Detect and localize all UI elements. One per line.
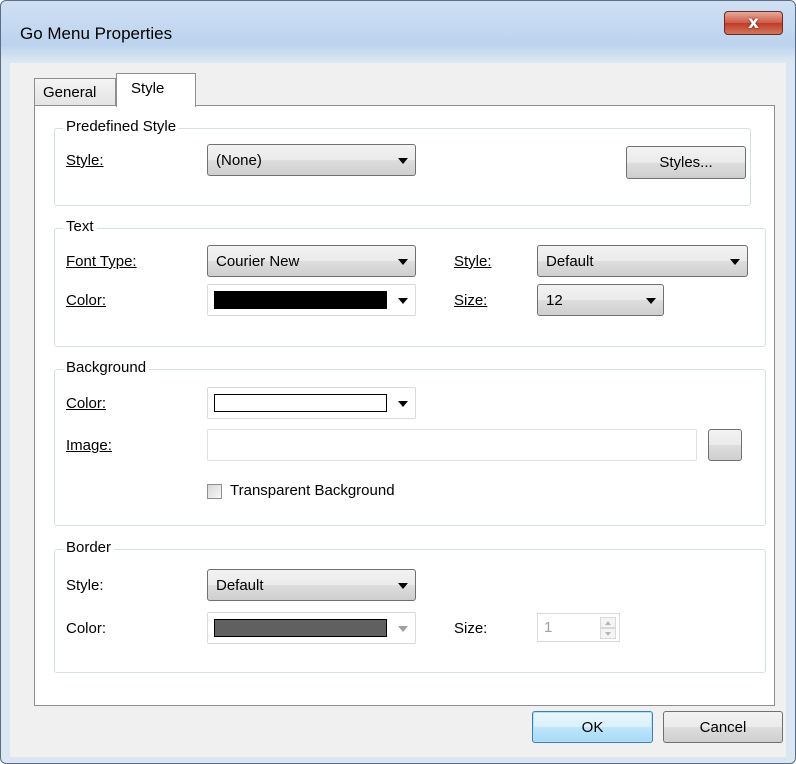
spin-up-icon[interactable] (600, 617, 616, 628)
close-icon: x (748, 13, 759, 33)
ok-button-label: OK (581, 719, 604, 736)
text-group-title: Text (63, 218, 97, 235)
tab-style-label: Style (131, 80, 165, 97)
title-bar[interactable]: Go Menu Properties x (1, 1, 795, 63)
text-size-value: 12 (546, 292, 563, 309)
cancel-button-label: Cancel (699, 719, 747, 736)
border-color-swatch (214, 619, 387, 637)
styles-button-label: Styles... (659, 154, 713, 171)
tab-general-label: General (43, 84, 97, 101)
text-group: Text Font Type: Courier New Style: Defau… (54, 218, 766, 347)
background-color-swatch (214, 394, 387, 412)
dialog-client-area: General Style Predefined Style Style: (N… (10, 63, 786, 757)
ok-button[interactable]: OK (532, 711, 653, 743)
background-group-title: Background (63, 359, 150, 376)
text-color-label: Color: (66, 292, 107, 309)
styles-button[interactable]: Styles... (626, 146, 746, 179)
chevron-down-icon (398, 626, 408, 632)
border-style-label: Style: (66, 577, 104, 594)
border-color-picker[interactable] (207, 612, 416, 644)
chevron-down-icon (398, 259, 408, 265)
style-tab-panel: Predefined Style Style: (None) Styles...… (34, 105, 775, 706)
border-group: Border Style: Default Color: Size: 1 (54, 539, 766, 673)
background-image-label: Image: (66, 437, 112, 454)
text-style-value: Default (546, 253, 594, 270)
text-color-swatch (214, 291, 387, 309)
border-group-title: Border (63, 539, 115, 556)
text-color-picker[interactable] (207, 284, 416, 316)
cancel-button[interactable]: Cancel (663, 711, 783, 743)
tab-general[interactable]: General (34, 78, 116, 106)
chevron-down-icon (730, 259, 740, 265)
predefined-style-group: Predefined Style Style: (None) Styles... (54, 118, 751, 206)
font-type-dropdown[interactable]: Courier New (207, 245, 416, 277)
chevron-down-icon (398, 583, 408, 589)
go-menu-properties-dialog: Go Menu Properties x General Style Prede… (0, 0, 796, 764)
border-color-label: Color: (66, 620, 107, 637)
background-group: Background Color: Image: Transparent Bac… (54, 359, 766, 526)
text-style-label: Style: (454, 253, 492, 270)
transparent-background-text: Transparent Background (230, 482, 395, 499)
background-color-label: Color: (66, 395, 107, 412)
close-button[interactable]: x (724, 11, 783, 35)
spin-down-icon[interactable] (600, 628, 616, 639)
border-size-label: Size: (454, 620, 488, 637)
background-image-input[interactable] (207, 429, 697, 461)
transparent-background-checkbox[interactable] (207, 484, 222, 499)
border-size-spinner[interactable]: 1 (537, 613, 620, 642)
chevron-down-icon (646, 298, 656, 304)
transparent-background-label[interactable]: Transparent Background (230, 482, 395, 499)
border-size-value: 1 (544, 619, 553, 636)
tab-style[interactable]: Style (116, 73, 196, 107)
predefined-style-dropdown[interactable]: (None) (207, 144, 416, 176)
font-type-label: Font Type: (66, 253, 137, 270)
predefined-style-group-title: Predefined Style (63, 118, 180, 135)
chevron-down-icon (398, 298, 408, 304)
window-title: Go Menu Properties (20, 24, 173, 43)
text-style-dropdown[interactable]: Default (537, 245, 748, 277)
chevron-down-icon (398, 158, 408, 164)
font-type-value: Courier New (216, 253, 300, 270)
border-style-value: Default (216, 577, 264, 594)
chevron-down-icon (398, 401, 408, 407)
predefined-style-label: Style: (66, 152, 104, 169)
predefined-style-value: (None) (216, 152, 262, 169)
text-size-label: Size: (454, 292, 488, 309)
background-color-picker[interactable] (207, 387, 416, 419)
text-size-dropdown[interactable]: 12 (537, 284, 664, 316)
browse-image-button[interactable] (708, 429, 742, 461)
border-style-dropdown[interactable]: Default (207, 569, 416, 601)
